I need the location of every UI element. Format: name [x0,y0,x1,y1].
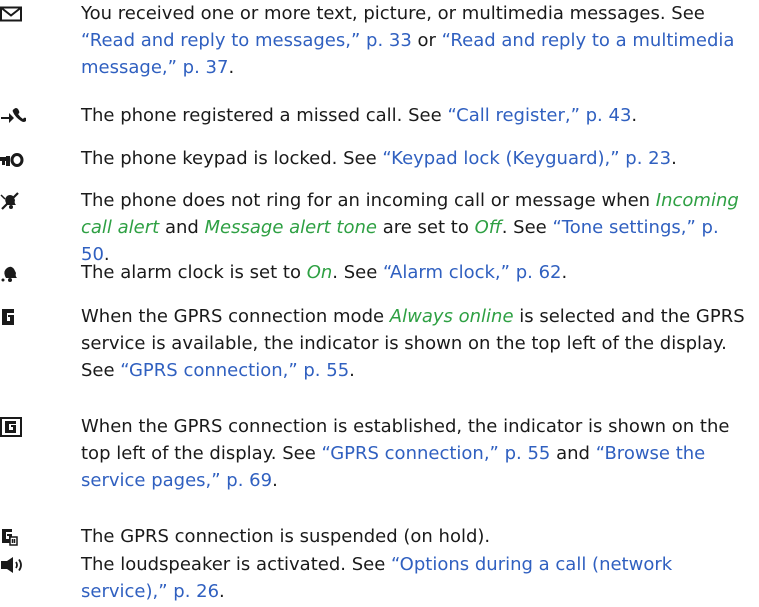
setting-value: Off [474,217,502,238]
cross-reference-link[interactable]: “Alarm clock,” p. 62 [383,262,561,283]
gprs-available-icon [0,303,40,330]
envelope-icon [0,0,40,27]
text-segment: The alarm clock is set to [81,262,307,283]
text-segment: . [631,105,638,126]
text-segment: The GPRS connection is suspended (on hol… [81,526,491,547]
alarm-bell-icon [0,259,40,286]
text-segment: are set to [376,217,475,238]
cross-reference-link[interactable]: “Keypad lock (Keyguard),” p. 23 [382,148,671,169]
cross-reference-link[interactable]: “GPRS connection,” p. 55 [120,360,349,381]
setting-name: Message alert tone [204,217,377,238]
list-item: The phone does not ring for an incoming … [0,187,759,268]
text-segment: When the GPRS connection mode [81,306,390,327]
list-item: When the GPRS connection mode Always onl… [0,303,759,384]
text-segment: . [671,148,677,169]
entry-text: When the GPRS connection is established,… [81,416,729,491]
keypad-lock-icon [0,145,40,172]
entry-text: The alarm clock is set to On. See “Alarm… [81,262,567,283]
text-segment: . [228,57,235,78]
entry-text: The phone keypad is locked. See “Keypad … [81,148,677,169]
text-segment: . See [501,217,553,238]
text-segment: . [561,262,568,283]
text-segment: You received one or more text, picture, … [81,3,705,24]
list-item: The phone keypad is locked. See “Keypad … [0,145,759,172]
text-segment: The loudspeaker is activated. See [81,554,391,575]
setting-value: Always online [389,306,514,327]
list-item: The loudspeaker is activated. See “Optio… [0,551,759,605]
text-segment: or [411,30,442,51]
cross-reference-link[interactable]: “Read and reply to messages,” p. 33 [81,30,412,51]
list-item: You received one or more text, picture, … [0,0,759,81]
silent-bell-icon [0,187,40,214]
list-item: The GPRS connection is suspended (on hol… [0,523,759,550]
cross-reference-link[interactable]: “GPRS connection,” p. 55 [322,443,551,464]
entry-text: The phone registered a missed call. See … [81,105,637,126]
setting-value: On [306,262,333,283]
text-segment: The phone registered a missed call. See [81,105,448,126]
text-segment: and [550,443,596,464]
loudspeaker-icon [0,551,40,578]
entry-text: You received one or more text, picture, … [81,3,734,78]
text-segment: The phone keypad is locked. See [81,148,383,169]
text-segment: . [272,470,278,491]
missed-call-icon [0,102,40,129]
text-segment: . See [332,262,384,283]
list-item: The phone registered a missed call. See … [0,102,759,129]
text-segment: and [159,217,205,238]
gprs-suspended-icon [0,523,40,550]
entry-text: The GPRS connection is suspended (on hol… [81,526,490,547]
entry-text: The loudspeaker is activated. See “Optio… [81,554,672,602]
gprs-connected-icon [0,413,40,440]
cross-reference-link[interactable]: “Call register,” p. 43 [447,105,631,126]
text-segment: . [219,581,225,602]
list-item: The alarm clock is set to On. See “Alarm… [0,259,759,286]
list-item: When the GPRS connection is established,… [0,413,759,494]
text-segment: The phone does not ring for an incoming … [81,190,656,211]
entry-text: The phone does not ring for an incoming … [81,190,739,265]
text-segment: . [349,360,355,381]
entry-text: When the GPRS connection mode Always onl… [81,306,745,381]
